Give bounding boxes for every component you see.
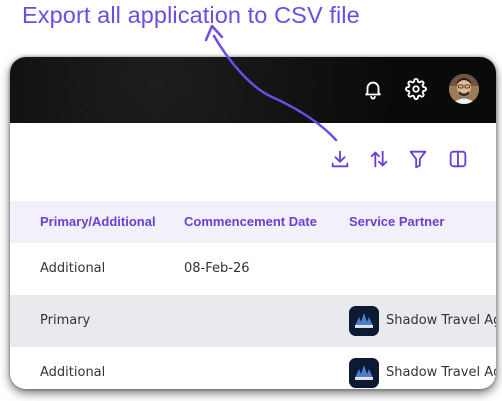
- user-avatar[interactable]: [449, 74, 479, 104]
- filter-icon[interactable]: [404, 145, 432, 173]
- column-header-type[interactable]: Primary/Additional: [40, 214, 156, 229]
- annotation-label: Export all application to CSV file: [22, 2, 360, 28]
- cell-partner: Shadow Travel Ag: [386, 313, 496, 328]
- sort-icon[interactable]: [365, 145, 393, 173]
- partner-logo: [349, 306, 379, 336]
- table-row[interactable]: Additional 08-Feb-26: [10, 243, 496, 295]
- column-header-commencement[interactable]: Commencement Date: [184, 214, 317, 229]
- partner-logo: [349, 358, 379, 388]
- column-header-partner[interactable]: Service Partner: [349, 214, 444, 229]
- table-toolbar: [10, 123, 496, 201]
- download-icon[interactable]: [326, 145, 354, 173]
- cell-type: Additional: [40, 365, 106, 380]
- cell-type: Additional: [40, 261, 106, 276]
- gear-icon[interactable]: [403, 76, 429, 102]
- app-window: Primary/Additional Commencement Date Ser…: [10, 57, 496, 389]
- top-navigation-bar: [10, 57, 496, 123]
- table-row[interactable]: Additional Shadow Travel Ag: [10, 347, 496, 389]
- cell-commencement: 08-Feb-26: [184, 261, 250, 276]
- main-content: Primary/Additional Commencement Date Ser…: [10, 123, 496, 389]
- table-header: Primary/Additional Commencement Date Ser…: [10, 201, 496, 243]
- columns-icon[interactable]: [444, 145, 472, 173]
- table-row[interactable]: Primary Shadow Travel Ag: [10, 295, 496, 347]
- cell-type: Primary: [40, 313, 91, 328]
- bell-icon[interactable]: [360, 76, 386, 102]
- cell-partner: Shadow Travel Ag: [386, 365, 496, 380]
